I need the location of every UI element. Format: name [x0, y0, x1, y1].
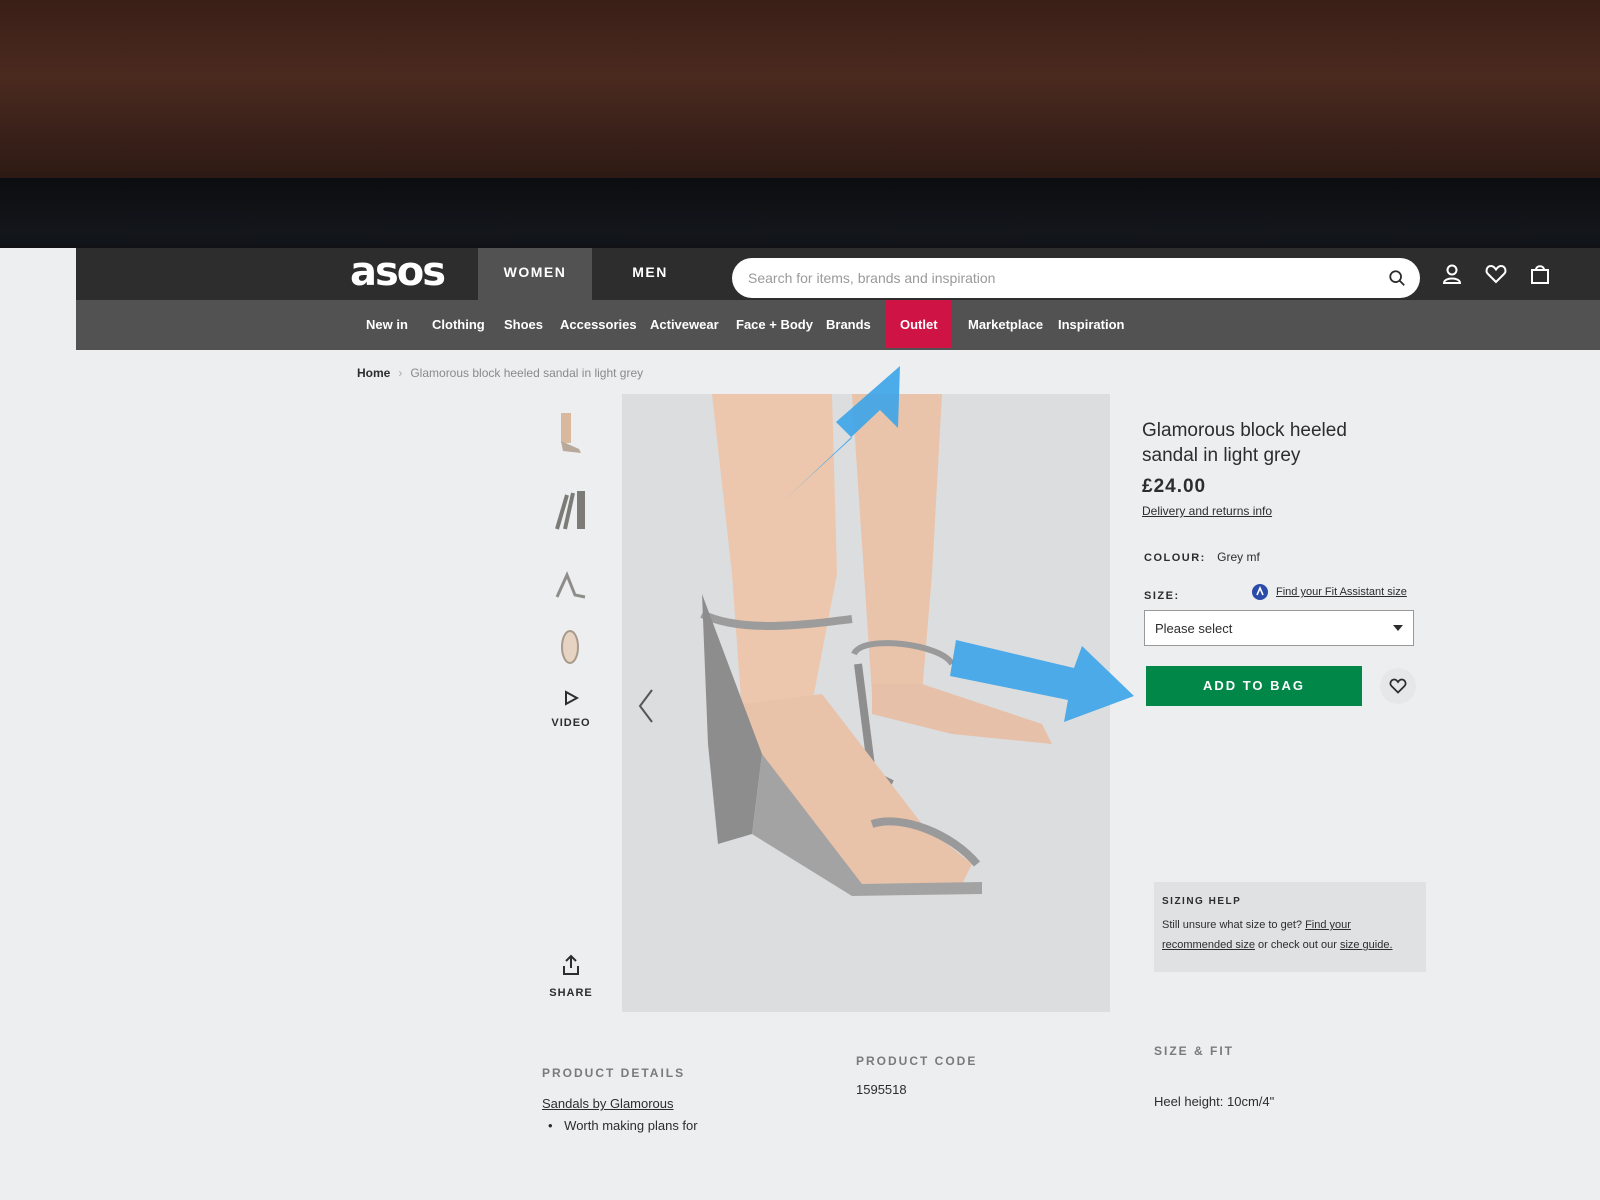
sandal-thumb-icon — [561, 413, 581, 453]
nav-activewear[interactable]: Activewear — [650, 300, 719, 350]
detail-bullet-text: Worth making plans for — [564, 1118, 698, 1133]
size-label: SIZE: — [1144, 590, 1180, 602]
fit-assistant-icon — [1252, 584, 1268, 600]
brand-link[interactable]: Glamorous — [610, 1096, 674, 1111]
nav-outlet[interactable]: Outlet — [886, 300, 952, 348]
monitor-bezel — [0, 178, 1600, 258]
product-details-heading: PRODUCT DETAILS — [542, 1066, 686, 1080]
thumbnail-2[interactable] — [552, 484, 588, 534]
account-icon[interactable] — [1440, 262, 1464, 286]
search-input[interactable] — [748, 270, 1388, 286]
share-icon — [563, 954, 579, 975]
size-guide-link[interactable]: size guide. — [1340, 939, 1393, 951]
heart-icon[interactable] — [1484, 262, 1508, 286]
colour-row: COLOUR: Grey mf — [1144, 550, 1260, 564]
product-price: £24.00 — [1142, 476, 1207, 497]
sandal-thumb-icon — [555, 571, 586, 599]
nav-accessories[interactable]: Accessories — [560, 300, 637, 350]
chevron-down-icon — [1393, 625, 1403, 631]
product-title: Glamorous block heeled sandal in light g… — [1142, 420, 1347, 466]
nav-new-in[interactable]: New in — [366, 300, 408, 350]
video-button[interactable]: VIDEO — [546, 690, 596, 729]
sizing-help-heading: SIZING HELP — [1162, 896, 1242, 907]
search-icon[interactable] — [1388, 269, 1406, 287]
play-icon — [565, 690, 580, 706]
nav-inspiration[interactable]: Inspiration — [1058, 300, 1124, 350]
delivery-link[interactable]: Delivery and returns info — [1142, 504, 1272, 518]
product-code-value: 1595518 — [856, 1082, 907, 1097]
nav-face-body[interactable]: Face + Body — [736, 300, 813, 350]
sizing-help-text: Still unsure what size to get? Find your… — [1162, 915, 1418, 955]
colour-label: COLOUR: — [1144, 552, 1206, 564]
sizing-help-text-1: Still unsure what size to get? — [1162, 919, 1306, 931]
add-to-bag-button[interactable]: ADD TO BAG — [1146, 666, 1362, 706]
product-main-image[interactable] — [622, 394, 1110, 1012]
fit-assistant-text: Find your Fit Assistant size — [1276, 586, 1407, 598]
heel-height-value: Heel height: 10cm/4" — [1154, 1094, 1275, 1109]
sizing-help-text-2: or check out our — [1254, 939, 1340, 951]
breadcrumb-home[interactable]: Home — [357, 366, 390, 380]
share-button[interactable]: SHARE — [546, 954, 596, 999]
colour-value: Grey mf — [1217, 550, 1260, 564]
nav-marketplace[interactable]: Marketplace — [968, 300, 1043, 350]
product-code-heading: PRODUCT CODE — [856, 1054, 978, 1068]
fit-assistant-link[interactable]: Find your Fit Assistant size — [1252, 584, 1407, 600]
save-for-later-button[interactable] — [1380, 668, 1416, 704]
thumbnail-1[interactable] — [552, 408, 588, 458]
nav-shoes[interactable]: Shoes — [504, 300, 543, 350]
browser-screen: asos WOMEN MEN New in Clothing Shoes Acc… — [0, 248, 1600, 1200]
thumbnail-3[interactable] — [552, 560, 588, 610]
sizing-help-box: SIZING HELP Still unsure what size to ge… — [1154, 882, 1426, 972]
heart-icon — [1389, 678, 1407, 694]
previous-image-arrow[interactable] — [636, 688, 656, 724]
thumbnail-4[interactable] — [552, 622, 588, 672]
sandal-thumb-icon — [555, 491, 585, 530]
search-bar[interactable] — [732, 258, 1420, 298]
size-select-value: Please select — [1155, 620, 1233, 636]
sandal-photo — [622, 394, 1110, 1012]
breadcrumb-current: Glamorous block heeled sandal in light g… — [410, 366, 644, 380]
video-label: VIDEO — [551, 717, 591, 729]
sandals-by-line: Sandals by Glamorous — [542, 1096, 674, 1111]
size-select[interactable]: Please select — [1144, 610, 1414, 646]
tab-women[interactable]: WOMEN — [478, 248, 592, 300]
nav-brands[interactable]: Brands — [826, 300, 871, 350]
breadcrumb-separator: › — [398, 366, 403, 380]
share-label: SHARE — [549, 987, 593, 999]
tab-men[interactable]: MEN — [596, 248, 704, 300]
size-fit-heading: SIZE & FIT — [1154, 1044, 1234, 1058]
bag-icon[interactable] — [1528, 262, 1552, 286]
detail-bullet: • Worth making plans for — [548, 1118, 698, 1133]
asos-logo[interactable]: asos — [350, 250, 470, 298]
sandals-by-text: Sandals by — [542, 1096, 610, 1111]
breadcrumb: Home › Glamorous block heeled sandal in li… — [357, 366, 643, 380]
nav-clothing[interactable]: Clothing — [432, 300, 485, 350]
sandal-thumb-icon — [561, 630, 579, 664]
background-wall — [0, 0, 1600, 190]
